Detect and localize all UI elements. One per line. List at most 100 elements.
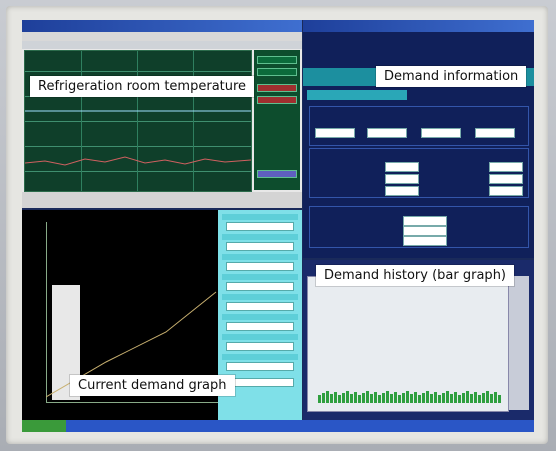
value-label <box>222 354 298 360</box>
history-bar <box>394 392 397 403</box>
refrigeration-window <box>22 20 302 208</box>
history-bar <box>342 393 345 403</box>
demand-value-box <box>475 128 515 138</box>
history-bar <box>398 395 401 403</box>
label-current-demand-graph: Current demand graph <box>70 375 235 396</box>
panel-button[interactable] <box>257 68 297 76</box>
history-bar <box>402 393 405 403</box>
history-bar <box>418 395 421 403</box>
current-demand-values-panel <box>218 210 302 432</box>
history-bar <box>478 395 481 403</box>
value-field <box>226 322 294 331</box>
history-bar <box>366 391 369 403</box>
value-field <box>226 362 294 371</box>
history-bar <box>338 395 341 403</box>
demand-history-chart <box>307 276 509 412</box>
temperature-plot <box>24 50 252 192</box>
value-field <box>226 222 294 231</box>
demand-value-box <box>403 216 447 226</box>
value-field <box>226 378 294 387</box>
panel-alarm-button[interactable] <box>257 84 297 92</box>
history-bar <box>454 392 457 403</box>
history-bar <box>486 391 489 403</box>
value-field <box>226 242 294 251</box>
history-bar <box>346 391 349 403</box>
history-bar <box>370 394 373 403</box>
value-field <box>226 262 294 271</box>
history-bar <box>494 392 497 403</box>
demand-info-window <box>303 20 534 258</box>
history-bar <box>362 393 365 403</box>
history-bar <box>482 393 485 403</box>
temperature-side-panel <box>254 50 300 190</box>
history-bar <box>382 393 385 403</box>
history-bar <box>466 391 469 403</box>
history-bar <box>330 394 333 403</box>
history-bar <box>322 393 325 403</box>
history-bar <box>474 392 477 403</box>
label-demand-history: Demand history (bar graph) <box>316 265 514 286</box>
demand-value-box <box>403 236 447 246</box>
demand-info-titlebar[interactable] <box>303 20 534 32</box>
demand-value-box <box>385 186 419 196</box>
history-bar <box>490 394 493 403</box>
value-label <box>222 234 298 240</box>
refrigeration-toolbar[interactable] <box>22 41 302 49</box>
refrigeration-statusbar <box>22 192 302 208</box>
demand-value-box <box>403 226 447 236</box>
value-field <box>226 342 294 351</box>
history-bar <box>354 392 357 403</box>
taskbar <box>22 420 534 432</box>
value-label <box>222 294 298 300</box>
history-bar <box>414 392 417 403</box>
demand-info-tabs[interactable] <box>307 90 407 100</box>
history-bar <box>374 392 377 403</box>
demand-section <box>309 106 529 146</box>
history-bar <box>318 395 321 403</box>
history-bar <box>358 395 361 403</box>
value-field <box>226 282 294 291</box>
value-label <box>222 214 298 220</box>
history-bar <box>434 392 437 403</box>
start-button[interactable] <box>22 420 66 432</box>
history-bar <box>446 391 449 403</box>
history-bar <box>390 394 393 403</box>
value-field <box>226 302 294 311</box>
value-label <box>222 254 298 260</box>
value-label <box>222 314 298 320</box>
demand-value-box <box>385 174 419 184</box>
demand-value-box <box>489 186 523 196</box>
demand-history-scrollbar[interactable] <box>509 276 529 410</box>
panel-button[interactable] <box>257 56 297 64</box>
panel-button[interactable] <box>257 170 297 178</box>
label-demand-information: Demand information <box>376 66 527 87</box>
history-bar <box>438 395 441 403</box>
history-bar <box>406 391 409 403</box>
refrigeration-menubar[interactable] <box>22 32 302 41</box>
history-bar <box>426 391 429 403</box>
demand-value-box <box>489 174 523 184</box>
history-bar <box>386 391 389 403</box>
history-bar <box>334 392 337 403</box>
demand-value-box <box>421 128 461 138</box>
history-bar <box>350 394 353 403</box>
temperature-trace <box>25 110 251 166</box>
history-bar <box>442 393 445 403</box>
demand-value-box <box>385 162 419 172</box>
history-bar <box>470 394 473 403</box>
refrigeration-titlebar[interactable] <box>22 20 302 32</box>
demand-value-box <box>367 128 407 138</box>
value-label <box>222 334 298 340</box>
current-demand-window <box>22 210 302 432</box>
panel-alarm-button[interactable] <box>257 96 297 104</box>
demand-value-box <box>315 128 355 138</box>
value-label <box>222 274 298 280</box>
label-refrigeration-room-temperature: Refrigeration room temperature <box>30 76 255 97</box>
history-bar <box>462 393 465 403</box>
history-bar <box>410 394 413 403</box>
history-bar <box>498 395 501 403</box>
history-bar <box>378 395 381 403</box>
history-bar <box>422 393 425 403</box>
demand-value-box <box>489 162 523 172</box>
history-bar <box>450 394 453 403</box>
